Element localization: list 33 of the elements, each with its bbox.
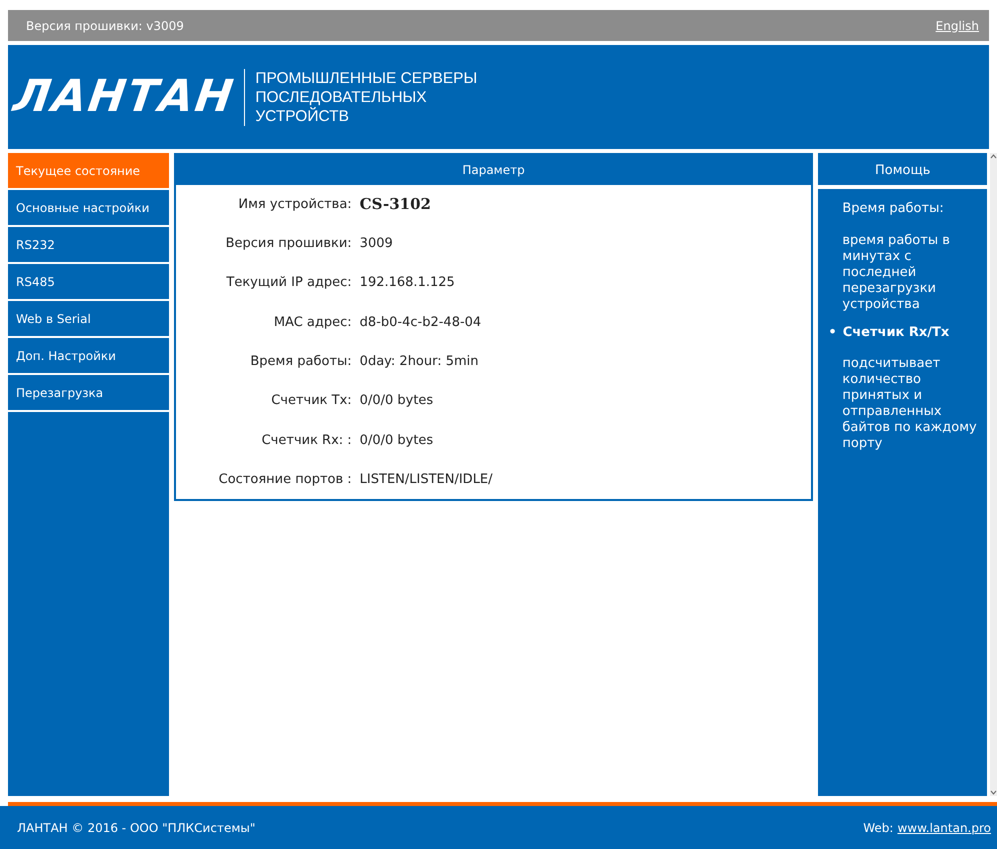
parameter-value: 3009 [360,235,393,254]
parameter-value: 0day: 2hour: 5min [360,353,479,372]
parameter-value: d8-b0-4c-b2-48-04 [360,314,482,332]
scrollbar[interactable] [990,153,997,796]
help-title: Помощь [818,153,987,189]
tagline: ПРОМЫШЛЕННЫЕ СЕРВЕРЫ ПОСЛЕДОВАТЕЛЬНЫХ УСТРОЙСТВ [244,68,478,126]
parameter-label: Версия прошивки: [224,235,353,254]
parameter-label: Счетчик Rx: : [260,432,353,450]
parameter-label: Время работы: [249,353,353,372]
bullet-marker: • [828,324,837,342]
parameter-value: 0/0/0 bytes [360,432,434,450]
website-link[interactable]: www.lantan.pro [897,820,991,834]
help-text: время работы в минутах с последней перезагрузки устройства [842,232,951,312]
parameter-label: Имя устройства: [237,196,353,214]
parameter-value: CS-3102 [360,194,431,216]
help-term: Время работы: [842,200,945,218]
parameter-label: Текущий IP адрес: [225,274,353,292]
parameter-label: MAC адрес: [272,314,353,332]
parameter-value: 192.168.1.125 [360,274,455,292]
web-label: Web: [863,820,894,834]
language-link[interactable]: English [936,16,979,34]
scroll-down-icon[interactable] [990,789,997,796]
help-text: подсчитывает количество принятых и отправленных байтов по каждому порту [842,356,978,452]
firmware-version: Версия прошивки: v3009 [26,18,184,34]
parameter-value: 0/0/0 bytes [360,392,434,410]
scroll-up-icon[interactable] [990,153,997,160]
parameter-label: Состояние портов : [218,470,353,489]
copyright-text: ЛАНТАН © 2016 - ООО "ПЛКСистемы" [17,820,256,836]
table-header: Параметр [176,155,812,185]
parameter-value: LISTEN/LISTEN/IDLE/ [360,470,493,489]
help-term: Счетчик Rx/Tx [842,324,950,342]
logo: ЛАНТАН [9,70,239,124]
parameter-label: Счетчик Tx: [270,392,353,410]
